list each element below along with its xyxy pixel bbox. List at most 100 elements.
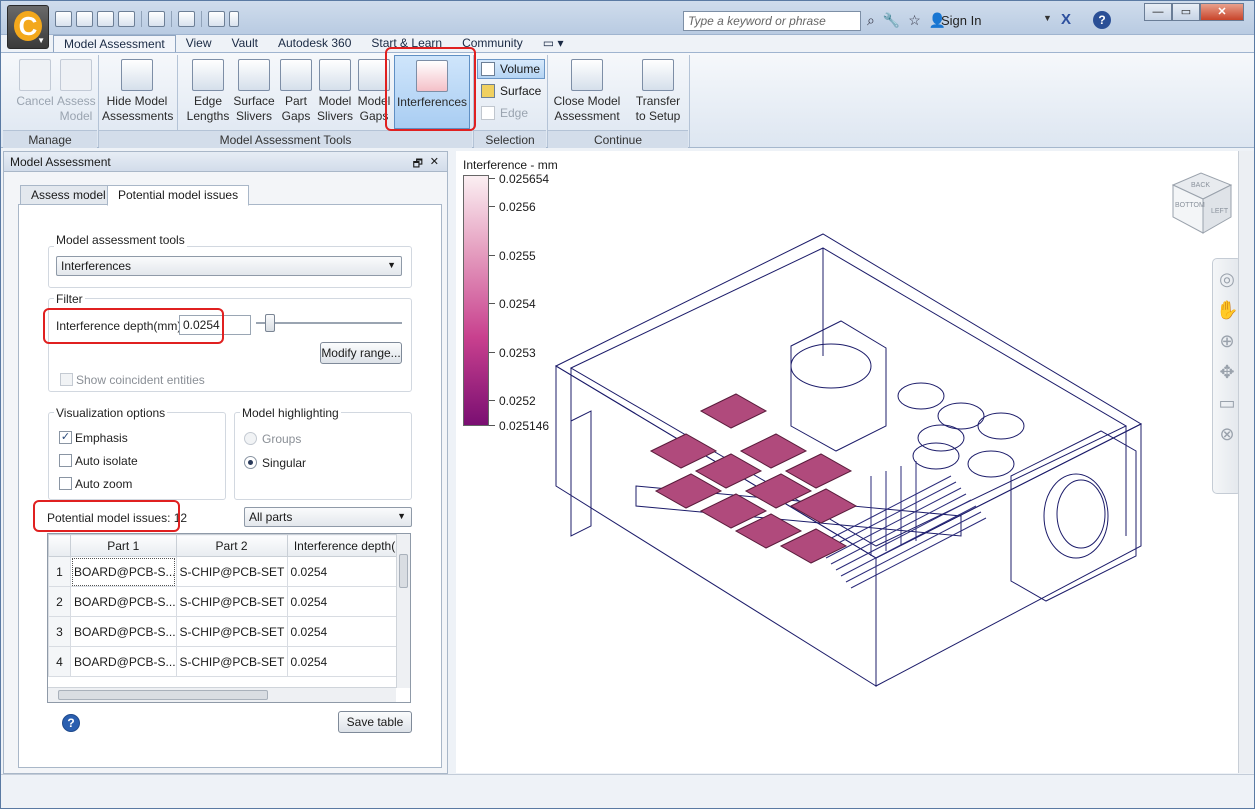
maximize-button[interactable]: ▭ (1172, 3, 1200, 21)
tab-autodesk-360[interactable]: Autodesk 360 (268, 35, 361, 53)
part1-cell[interactable]: BOARD@PCB-S... (70, 646, 177, 677)
transfer-to-setup-button[interactable]: Transfer to Setup (631, 55, 685, 124)
table-row[interactable]: 2 BOARD@PCB-S... S-CHIP@PCB-SET 0.0254 (48, 586, 403, 617)
zoom-icon[interactable]: ⊕ (1216, 330, 1238, 352)
steering-wheel-icon[interactable]: ◎ (1216, 268, 1238, 290)
float-icon[interactable]: 🗗 (413, 155, 423, 174)
highlight-depth (43, 308, 224, 344)
wrench-icon[interactable]: 🔧 (883, 12, 900, 29)
edge-selection-button[interactable]: Edge (477, 103, 545, 123)
application-menu-button[interactable]: C ▼ (7, 5, 49, 49)
edge-icon (481, 106, 495, 120)
exchange-icon[interactable]: X (1061, 11, 1071, 28)
part1-cell[interactable]: BOARD@PCB-S... (70, 586, 177, 617)
close-model-assessment-button[interactable]: Close Model Assessment (551, 55, 623, 124)
edge-lengths-button[interactable]: Edge Lengths (185, 55, 231, 124)
surface-slivers-button[interactable]: Surface Slivers (233, 55, 275, 124)
app-window: Type a keyword or phrase ⌕ 🔧 ☆ 👤 Sign In… (0, 0, 1255, 809)
enclosure-wireframe (554, 233, 1143, 687)
orbit-icon[interactable]: ✥ (1216, 361, 1238, 383)
save-table-button[interactable]: Save table (338, 711, 412, 733)
camera-dropdown-icon[interactable]: ▭ ▾ (533, 35, 574, 53)
fit-view-icon[interactable]: ⊗ (1216, 423, 1238, 445)
tab-potential-model-issues[interactable]: Potential model issues (107, 185, 250, 206)
depth-cell[interactable]: 0.0254 (286, 556, 403, 587)
table-vertical-scrollbar[interactable] (396, 534, 410, 688)
row-number: 1 (48, 556, 71, 587)
search-input[interactable]: Type a keyword or phrase (683, 11, 861, 31)
assess-model-button[interactable]: Assess Model (55, 55, 97, 124)
tab-view[interactable]: View (176, 35, 222, 53)
table-row[interactable]: 1 BOARD@PCB-S... S-CHIP@PCB-SET 0.0254 (48, 556, 403, 587)
binoculars-icon[interactable]: ⌕ (867, 12, 875, 29)
viewport-scrollbar[interactable] (1238, 151, 1254, 773)
part1-cell[interactable]: BOARD@PCB-S... (70, 616, 177, 647)
cube-face-bottom[interactable]: BOTTOM (1175, 202, 1205, 209)
select-icon[interactable] (148, 11, 165, 27)
tab-model-assessment[interactable]: Model Assessment (53, 35, 176, 53)
pan-hand-icon[interactable]: ✋ (1216, 299, 1238, 321)
new-file-icon[interactable] (55, 11, 72, 27)
parts-filter-select[interactable]: All parts ▼ (244, 507, 412, 527)
open-folder-icon[interactable] (76, 11, 93, 27)
auto-isolate-label: Auto isolate (75, 454, 138, 468)
sign-in-link[interactable]: Sign In (941, 13, 981, 28)
depth-cell[interactable]: 0.0254 (286, 586, 403, 617)
show-coincident-checkbox[interactable] (60, 373, 73, 386)
part-gaps-button[interactable]: Part Gaps (277, 55, 315, 124)
model-slivers-button[interactable]: Model Slivers (316, 55, 354, 124)
modify-range-button[interactable]: Modify range... (320, 342, 402, 364)
help-icon[interactable]: ? (1093, 11, 1111, 29)
column-header-part2[interactable]: Part 2 (175, 534, 288, 557)
highlight-issues-count (33, 500, 180, 532)
tool-select[interactable]: Interferences ▼ (56, 256, 402, 276)
help-icon[interactable]: ? (62, 714, 80, 732)
customize-dropdown-icon[interactable] (229, 11, 239, 27)
star-icon[interactable]: ☆ (908, 12, 921, 29)
groups-radio[interactable] (244, 432, 257, 445)
look-at-icon[interactable]: ▭ (1216, 392, 1238, 414)
auto-isolate-checkbox[interactable] (59, 454, 72, 467)
part2-cell[interactable]: S-CHIP@PCB-SET (175, 586, 288, 617)
save-as-icon[interactable] (118, 11, 135, 27)
close-window-button[interactable]: ✕ (1200, 3, 1244, 21)
shape-icon[interactable] (178, 11, 195, 27)
part2-cell[interactable]: S-CHIP@PCB-SET (175, 616, 288, 647)
part2-cell[interactable]: S-CHIP@PCB-SET (175, 646, 288, 677)
hide-model-assessments-button[interactable]: Hide Model Assessments (101, 55, 173, 124)
issues-table: Part 1 Part 2 Interference depth( 1 BOAR… (47, 533, 411, 703)
singular-radio[interactable] (244, 456, 257, 469)
grid-icon[interactable] (208, 11, 225, 27)
chevron-down-icon[interactable]: ▼ (1043, 13, 1052, 23)
column-header-depth[interactable]: Interference depth( (286, 534, 403, 557)
tab-assess-model[interactable]: Assess model (20, 185, 117, 205)
tab-vault[interactable]: Vault (222, 35, 268, 53)
emphasis-label: Emphasis (75, 431, 128, 445)
column-header-part1[interactable]: Part 1 (70, 534, 177, 557)
table-row[interactable]: 3 BOARD@PCB-S... S-CHIP@PCB-SET 0.0254 (48, 616, 403, 647)
scroll-thumb[interactable] (399, 554, 408, 588)
cube-face-back[interactable]: BACK (1191, 182, 1210, 189)
depth-cell[interactable]: 0.0254 (286, 646, 403, 677)
surface-selection-button[interactable]: Surface (477, 81, 545, 101)
auto-zoom-checkbox[interactable] (59, 477, 72, 490)
emphasis-checkbox[interactable]: ✓ (59, 431, 72, 444)
view-cube[interactable]: BACK BOTTOM LEFT (1169, 171, 1235, 235)
close-panel-icon[interactable]: ✕ (430, 155, 439, 168)
depth-cell[interactable]: 0.0254 (286, 616, 403, 647)
cancel-button[interactable]: Cancel (13, 55, 57, 109)
table-row[interactable]: 4 BOARD@PCB-S... S-CHIP@PCB-SET 0.0254 (48, 646, 403, 677)
depth-slider-thumb[interactable] (264, 314, 275, 332)
table-horizontal-scrollbar[interactable] (48, 687, 396, 702)
edge-lengths-icon (192, 59, 224, 91)
scroll-thumb[interactable] (58, 690, 268, 700)
depth-slider-track[interactable] (256, 322, 402, 324)
save-icon[interactable] (97, 11, 114, 27)
cube-face-left[interactable]: LEFT (1211, 208, 1229, 215)
minimize-button[interactable]: — (1144, 3, 1172, 21)
row-number: 2 (48, 586, 71, 617)
volume-selection-button[interactable]: Volume (477, 59, 545, 79)
tools-group-label: Model assessment tools (54, 233, 187, 247)
part1-cell[interactable]: BOARD@PCB-S... (70, 556, 177, 587)
part2-cell[interactable]: S-CHIP@PCB-SET (175, 556, 288, 587)
